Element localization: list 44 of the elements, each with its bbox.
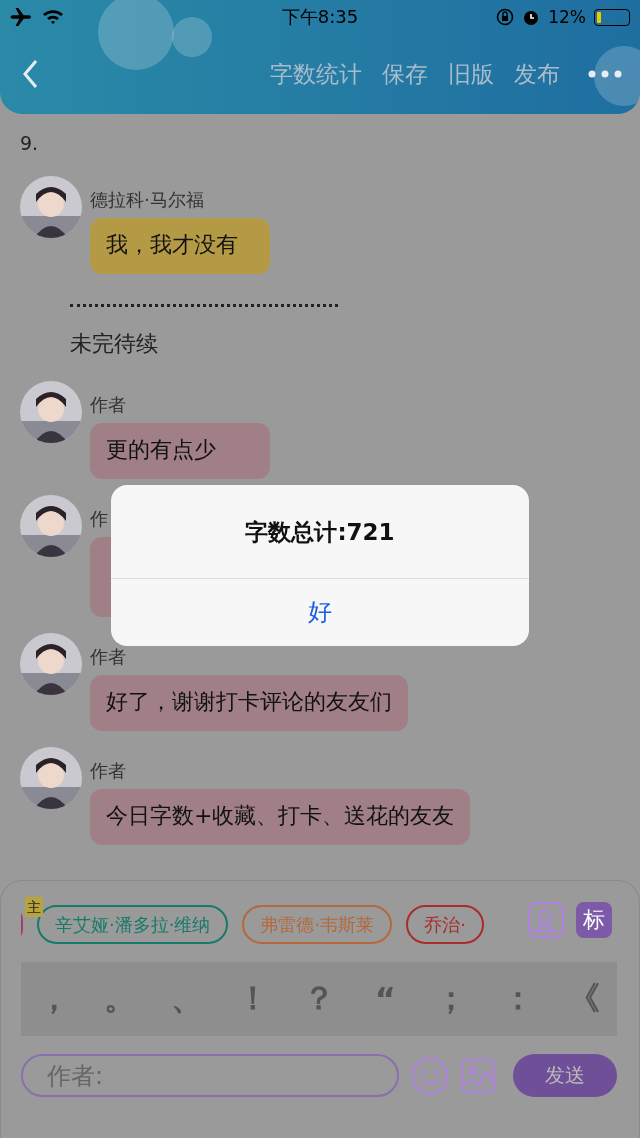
tag-button[interactable]: 标: [576, 901, 612, 938]
rotation-lock-icon: [496, 8, 515, 26]
circle-decoration: [594, 46, 640, 106]
author-name: 作者: [90, 393, 126, 417]
ok-button[interactable]: 好: [111, 577, 529, 646]
main-badge: 主: [25, 897, 43, 917]
alarm-icon: [522, 8, 541, 26]
person-icon[interactable]: [528, 901, 564, 938]
alert-title: 字数总计:721: [244, 517, 396, 547]
image-icon[interactable]: [461, 1058, 495, 1093]
message-bubble: 更的有点少: [90, 423, 270, 479]
author-name: 作: [90, 507, 108, 531]
battery-icon: [594, 8, 630, 26]
role-chip[interactable]: 乔治·: [406, 905, 484, 944]
message-bubble: 我，我才没有: [90, 218, 270, 274]
punctuation-key[interactable]: ：: [484, 977, 551, 1021]
status-time: 下午8:35: [281, 5, 359, 29]
header-action[interactable]: 发布: [514, 58, 560, 90]
notice-text: 未完待续: [70, 330, 159, 358]
emoji-icon[interactable]: [411, 1056, 449, 1095]
battery-percent: 12%: [548, 7, 586, 27]
wifi-icon: [42, 9, 64, 25]
airplane-icon: [10, 8, 32, 26]
author-name: 德拉科·马尔福: [90, 188, 204, 212]
send-button[interactable]: 发送: [513, 1054, 617, 1097]
role-chip[interactable]: 弗雷德·韦斯莱: [242, 905, 393, 944]
more-icon[interactable]: [588, 70, 622, 78]
punctuation-key[interactable]: 《: [550, 977, 617, 1021]
punctuation-key[interactable]: ！: [219, 977, 286, 1021]
header-action[interactable]: 保存: [382, 58, 428, 90]
punctuation-key[interactable]: ；: [418, 977, 485, 1021]
punctuation-key[interactable]: 。: [87, 977, 154, 1021]
header-action[interactable]: 字数统计: [270, 58, 362, 90]
punctuation-key[interactable]: ，: [21, 977, 88, 1021]
punctuation-key[interactable]: ？: [285, 977, 353, 1021]
author-name: 作者: [90, 759, 126, 783]
back-icon[interactable]: [22, 59, 38, 89]
message-bubble: 今日字数+收藏、打卡、送花的友友: [90, 789, 471, 845]
author-name: 作者: [90, 645, 126, 669]
punctuation-key[interactable]: “: [352, 980, 419, 1018]
header-action[interactable]: 旧版: [448, 58, 494, 90]
chapter-number: 9.: [20, 132, 40, 154]
message-bubble: 好了，谢谢打卡评论的友友们: [90, 675, 408, 731]
punctuation-key[interactable]: 、: [153, 977, 220, 1021]
